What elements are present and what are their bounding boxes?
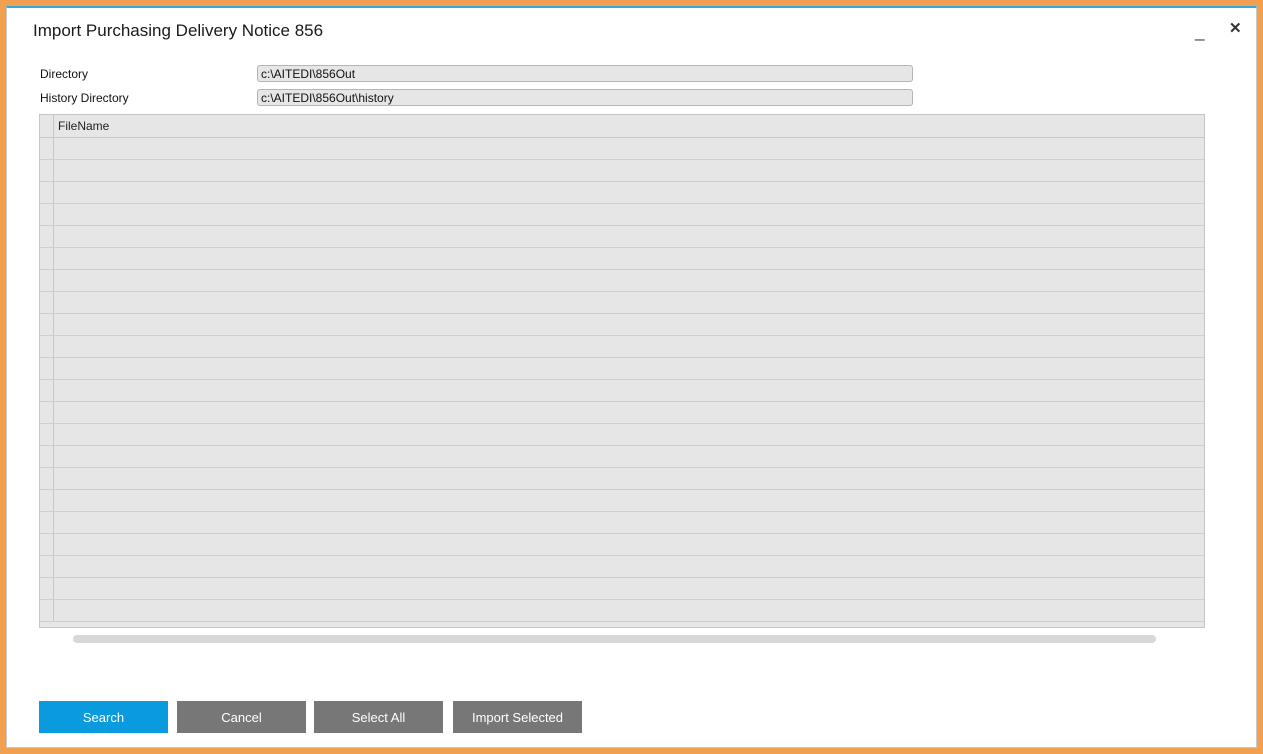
grid-corner[interactable] xyxy=(40,115,54,137)
table-row[interactable] xyxy=(40,468,1204,490)
row-header[interactable] xyxy=(40,424,54,445)
table-row[interactable] xyxy=(40,534,1204,556)
table-row[interactable] xyxy=(40,490,1204,512)
table-row[interactable] xyxy=(40,556,1204,578)
row-header[interactable] xyxy=(40,248,54,269)
row-header[interactable] xyxy=(40,138,54,159)
directory-label: Directory xyxy=(40,67,89,81)
row-header[interactable] xyxy=(40,468,54,489)
table-row[interactable] xyxy=(40,226,1204,248)
table-row[interactable] xyxy=(40,600,1204,622)
row-header[interactable] xyxy=(40,556,54,577)
row-header[interactable] xyxy=(40,314,54,335)
close-icon[interactable]: ✕ xyxy=(1229,19,1242,37)
horizontal-scrollbar[interactable] xyxy=(73,635,1156,643)
history-directory-field[interactable] xyxy=(257,89,913,106)
table-row[interactable] xyxy=(40,270,1204,292)
row-header[interactable] xyxy=(40,204,54,225)
directory-field[interactable] xyxy=(257,65,913,82)
table-row[interactable] xyxy=(40,160,1204,182)
table-row[interactable] xyxy=(40,182,1204,204)
import-selected-button[interactable]: Import Selected xyxy=(453,701,582,733)
table-row[interactable] xyxy=(40,248,1204,270)
grid-rows xyxy=(40,138,1204,622)
grid-header: FileName xyxy=(40,115,1204,138)
row-header[interactable] xyxy=(40,490,54,511)
row-header[interactable] xyxy=(40,358,54,379)
table-row[interactable] xyxy=(40,578,1204,600)
table-row[interactable] xyxy=(40,314,1204,336)
row-header[interactable] xyxy=(40,578,54,599)
row-header[interactable] xyxy=(40,512,54,533)
column-header-filename[interactable]: FileName xyxy=(58,119,109,133)
table-row[interactable] xyxy=(40,336,1204,358)
minimize-icon[interactable]: _ xyxy=(1195,22,1204,42)
table-row[interactable] xyxy=(40,380,1204,402)
search-button[interactable]: Search xyxy=(39,701,168,733)
row-header[interactable] xyxy=(40,292,54,313)
table-row[interactable] xyxy=(40,358,1204,380)
history-directory-label: History Directory xyxy=(40,91,129,105)
table-row[interactable] xyxy=(40,446,1204,468)
file-grid: FileName xyxy=(39,114,1205,628)
row-header[interactable] xyxy=(40,182,54,203)
table-row[interactable] xyxy=(40,138,1204,160)
row-header[interactable] xyxy=(40,402,54,423)
table-row[interactable] xyxy=(40,402,1204,424)
table-row[interactable] xyxy=(40,204,1204,226)
row-header[interactable] xyxy=(40,600,54,621)
row-header[interactable] xyxy=(40,380,54,401)
row-header[interactable] xyxy=(40,160,54,181)
table-row[interactable] xyxy=(40,512,1204,534)
row-header[interactable] xyxy=(40,226,54,247)
window-title: Import Purchasing Delivery Notice 856 xyxy=(33,21,324,40)
row-header[interactable] xyxy=(40,534,54,555)
row-header[interactable] xyxy=(40,270,54,291)
table-row[interactable] xyxy=(40,292,1204,314)
row-header[interactable] xyxy=(40,446,54,467)
row-header[interactable] xyxy=(40,336,54,357)
select-all-button[interactable]: Select All xyxy=(314,701,443,733)
import-window: Import Purchasing Delivery Notice 856 _ … xyxy=(6,6,1257,748)
cancel-button[interactable]: Cancel xyxy=(177,701,306,733)
table-row[interactable] xyxy=(40,424,1204,446)
